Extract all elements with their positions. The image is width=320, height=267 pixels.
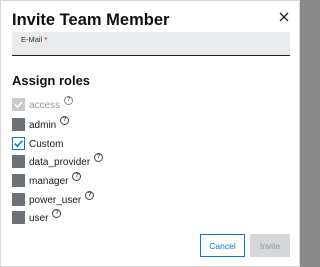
email-input[interactable] <box>20 43 280 54</box>
help-icon[interactable]: ? <box>64 95 74 105</box>
role-label-admin: admin <box>29 119 57 131</box>
role-label-manager: manager <box>29 175 69 187</box>
role-label-custom: Custom <box>29 138 64 150</box>
help-icon[interactable]: ? <box>52 208 62 218</box>
dialog-title: Invite Team Member <box>12 11 170 29</box>
invite-button[interactable]: Invite <box>250 234 290 257</box>
role-label-data-provider: data_provider <box>29 156 91 168</box>
role-label-user: user <box>29 212 49 224</box>
role-label-power-user: power_user <box>29 194 82 206</box>
checkbox-access <box>12 97 25 111</box>
role-label-access: access <box>29 99 61 111</box>
role-data-provider[interactable]: data_provider ? <box>12 152 104 168</box>
checkbox-admin[interactable] <box>12 117 25 131</box>
help-icon[interactable]: ? <box>94 152 104 162</box>
help-icon[interactable]: ? <box>72 171 82 181</box>
role-manager[interactable]: manager ? <box>12 171 82 187</box>
role-admin[interactable]: admin ? <box>12 115 70 131</box>
checkbox-manager[interactable] <box>12 173 25 187</box>
checkbox-power-user[interactable] <box>12 192 25 206</box>
role-custom[interactable]: Custom <box>12 136 63 150</box>
help-icon[interactable]: ? <box>85 190 95 200</box>
role-power-user[interactable]: power_user ? <box>12 190 95 206</box>
checkbox-custom[interactable] <box>12 136 25 150</box>
role-access: access ? <box>12 95 74 111</box>
assign-roles-heading: Assign roles <box>12 73 91 88</box>
checkbox-user[interactable] <box>12 210 25 224</box>
role-user[interactable]: user ? <box>12 208 62 224</box>
checkbox-data-provider[interactable] <box>12 154 25 168</box>
invite-dialog: Invite Team Member E-Mail * Assign roles… <box>0 0 300 267</box>
cancel-button[interactable]: Cancel <box>200 234 245 257</box>
help-icon[interactable]: ? <box>60 115 70 125</box>
close-icon[interactable] <box>277 10 291 24</box>
email-field[interactable]: E-Mail * <box>12 32 290 56</box>
